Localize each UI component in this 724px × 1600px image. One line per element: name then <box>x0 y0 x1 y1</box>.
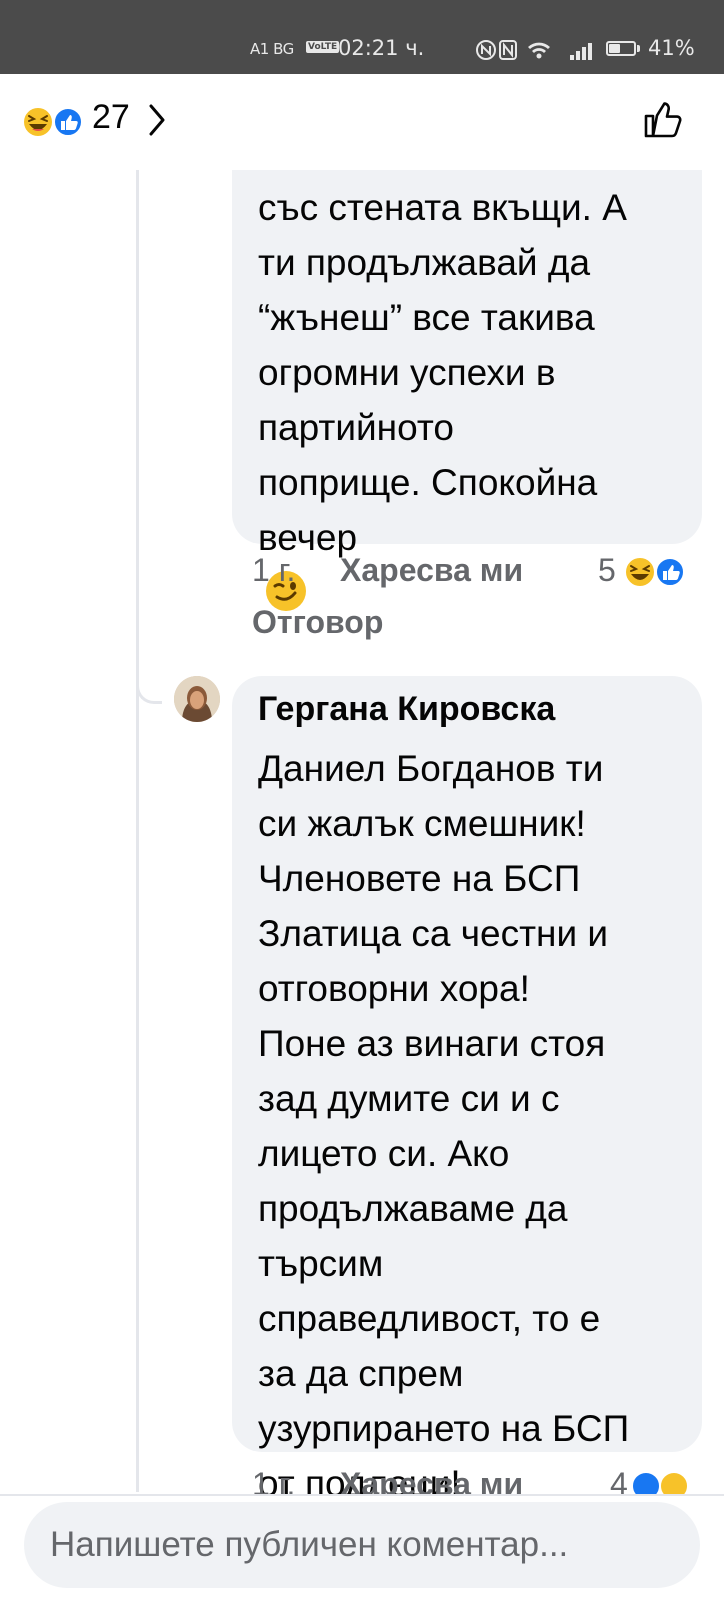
comment-reaction-icons[interactable] <box>630 1470 690 1494</box>
reaction-icons[interactable] <box>22 106 92 138</box>
nfc-n-icon <box>499 40 517 60</box>
reply-connector <box>136 680 162 704</box>
comment-input[interactable]: Напишете публичен коментар... <box>24 1502 700 1588</box>
avatar-photo <box>174 676 220 722</box>
laugh-emoji-icon <box>659 1471 689 1494</box>
clock: 02:21 ч. <box>338 36 425 60</box>
wifi-icon <box>528 42 550 59</box>
laugh-emoji-icon <box>624 556 656 588</box>
like-emoji-icon <box>655 557 685 587</box>
thread-line <box>136 170 139 1492</box>
header-bar: 27 <box>0 74 724 170</box>
like-comment-button[interactable]: Харесва ми <box>340 1466 523 1494</box>
signal-icon <box>570 43 592 60</box>
status-bar: A1 BG VoLTE 02:21 ч. 41% <box>0 0 724 74</box>
avatar[interactable] <box>174 676 220 722</box>
reaction-count[interactable]: 27 <box>92 98 130 137</box>
battery-icon <box>606 41 636 56</box>
nfc-icon <box>476 40 496 60</box>
comment-time[interactable]: 1 г. <box>252 552 295 589</box>
comment-reaction-count[interactable]: 5 <box>598 552 616 589</box>
battery-percent: 41% <box>648 36 695 60</box>
comment-meta-row: 1 г. Харесва ми 4 <box>0 1466 724 1494</box>
comment-reaction-count[interactable]: 4 <box>610 1466 628 1494</box>
laugh-emoji-icon <box>22 106 54 138</box>
reply-button[interactable]: Отговор <box>252 604 383 641</box>
comment-author[interactable]: Гергана Кировска <box>258 690 555 729</box>
thumbs-up-outline-icon[interactable] <box>640 96 686 142</box>
like-emoji-icon <box>631 1471 661 1494</box>
carrier-label: A1 BG <box>250 40 294 58</box>
volte-badge: VoLTE <box>306 41 340 53</box>
comment-text: Даниел Богданов ти си жалък смешник! Чле… <box>258 748 630 1504</box>
chevron-right-icon[interactable] <box>146 102 168 138</box>
comment-reaction-icons[interactable] <box>622 556 688 588</box>
like-comment-button[interactable]: Харесва ми <box>340 552 523 589</box>
like-emoji-icon <box>53 107 83 137</box>
comment-time[interactable]: 1 г. <box>252 1466 295 1494</box>
battery-nub <box>637 45 640 52</box>
